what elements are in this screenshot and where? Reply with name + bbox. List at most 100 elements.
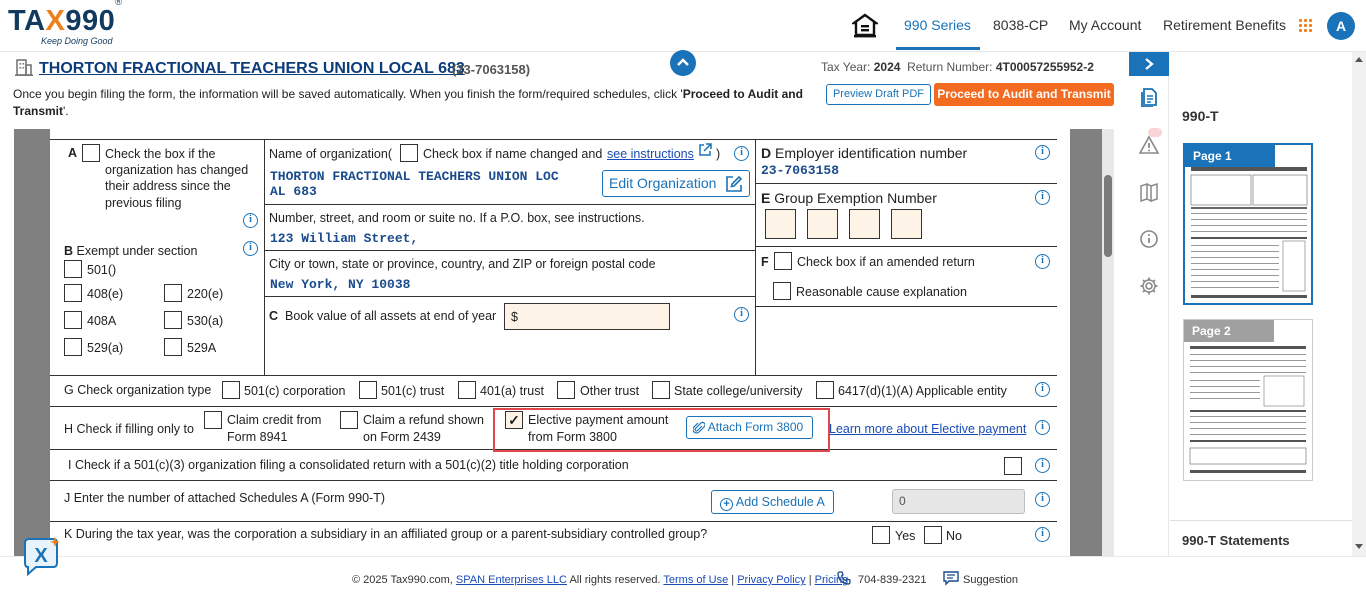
tax990-logo[interactable]: TAX990® Keep Doing Good xyxy=(8,0,138,47)
name-changed-checkbox[interactable] xyxy=(400,144,418,162)
footer-copyright: © 2025 Tax990.com, xyxy=(352,574,453,586)
preview-draft-pdf-button[interactable]: Preview Draft PDF xyxy=(826,84,931,105)
expand-panel-button[interactable] xyxy=(1129,52,1169,76)
name-changed-text: Check box if name changed and xyxy=(423,147,603,161)
info-icon[interactable]: i xyxy=(1035,382,1050,397)
info-circle-icon[interactable] xyxy=(1139,229,1159,249)
organization-title-link[interactable]: THORTON FRACTIONAL TEACHERS UNION LOCAL … xyxy=(39,60,465,78)
currency-symbol: $ xyxy=(511,310,518,324)
info-icon[interactable]: i xyxy=(243,241,258,256)
section-408a-label: 408A xyxy=(87,314,117,328)
501c-trust-label: 501(c) trust xyxy=(381,384,445,398)
page-1-label: Page 1 xyxy=(1185,145,1275,167)
amended-return-checkbox[interactable] xyxy=(774,252,792,270)
section-408e-label: 408(e) xyxy=(87,287,124,301)
proceed-to-audit-button[interactable]: Proceed to Audit and Transmit xyxy=(934,83,1114,106)
address-changed-checkbox[interactable] xyxy=(82,144,100,162)
state-college-checkbox[interactable] xyxy=(652,381,670,399)
scroll-up-arrow-icon[interactable] xyxy=(1355,56,1363,62)
user-avatar[interactable]: A xyxy=(1327,12,1355,40)
tax-year-return-number: Tax Year: 2024 Return Number: 4T00057255… xyxy=(821,60,1094,74)
edit-organization-button[interactable]: Edit Organization xyxy=(602,170,750,197)
applicable-entity-label: 6417(d)(1)(A) Applicable entity xyxy=(838,384,1007,398)
organization-ein: (23-7063158) xyxy=(452,62,531,77)
chat-assistant-icon[interactable]: X xyxy=(20,537,62,577)
ein-value: 23-7063158 xyxy=(761,163,840,178)
see-instructions-link[interactable]: see instructions xyxy=(607,146,694,162)
home-icon[interactable] xyxy=(852,13,878,39)
page-2-label: Page 2 xyxy=(1184,320,1274,342)
thumbnails-scrollbar[interactable] xyxy=(1352,52,1366,556)
info-icon[interactable]: i xyxy=(1035,420,1050,435)
document-icon[interactable] xyxy=(1139,87,1159,107)
nav-8038-cp[interactable]: 8038-CP xyxy=(993,17,1048,33)
warning-icon[interactable] xyxy=(1139,135,1159,155)
info-icon[interactable]: i xyxy=(1035,458,1050,473)
consolidated-return-checkbox[interactable] xyxy=(1004,457,1022,475)
terms-of-use-link[interactable]: Terms of Use xyxy=(663,574,728,586)
claim-credit-8941-checkbox[interactable] xyxy=(204,411,222,429)
subsidiary-no-checkbox[interactable] xyxy=(924,526,942,544)
info-icon[interactable]: i xyxy=(1035,527,1050,542)
section-501-checkbox[interactable] xyxy=(64,260,82,278)
field-a-text-2: organization has changed xyxy=(105,163,249,177)
applicable-entity-checkbox[interactable] xyxy=(816,381,834,399)
501c-corporation-checkbox[interactable] xyxy=(222,381,240,399)
info-icon[interactable]: i xyxy=(1035,254,1050,269)
group-exemption-digit-3[interactable] xyxy=(849,209,880,239)
section-408a-checkbox[interactable] xyxy=(64,311,82,329)
scroll-down-arrow-icon[interactable] xyxy=(1355,544,1363,550)
footer-separator: | xyxy=(731,574,735,586)
page-2-thumbnail[interactable]: Page 2 xyxy=(1183,319,1313,481)
990t-statements-link[interactable]: 990-T Statements xyxy=(1182,533,1290,548)
collapse-header-button[interactable] xyxy=(670,50,696,76)
field-c-text: C Book value of all assets at end of yea… xyxy=(269,309,497,323)
street-value: 123 William Street, xyxy=(270,231,419,246)
section-530a-label: 530(a) xyxy=(187,314,224,328)
section-529a-checkbox[interactable] xyxy=(64,338,82,356)
info-icon[interactable]: i xyxy=(243,213,258,228)
form-scrollbar[interactable] xyxy=(1102,129,1114,556)
form-scrollbar-thumb[interactable] xyxy=(1104,175,1112,257)
book-value-input[interactable]: $ xyxy=(504,303,670,330)
other-trust-checkbox[interactable] xyxy=(557,381,575,399)
section-408e-checkbox[interactable] xyxy=(64,284,82,302)
state-college-label: State college/university xyxy=(674,384,803,398)
reasonable-cause-checkbox[interactable] xyxy=(773,282,791,300)
claim-refund-2439-checkbox[interactable] xyxy=(340,411,358,429)
subsidiary-yes-checkbox[interactable] xyxy=(872,526,890,544)
thumbnails-divider xyxy=(1170,520,1352,521)
section-530a-checkbox[interactable] xyxy=(164,311,182,329)
suggestion-link[interactable]: Suggestion xyxy=(963,574,1018,586)
info-icon[interactable]: i xyxy=(1035,190,1050,205)
apps-grid-icon[interactable] xyxy=(1299,19,1313,33)
group-exemption-digit-4[interactable] xyxy=(891,209,922,239)
learn-more-elective-payment-link[interactable]: Learn more about Elective payment xyxy=(829,421,1026,437)
section-529A-label: 529A xyxy=(187,341,217,355)
support-phone[interactable]: 704-839-2321 xyxy=(858,574,927,586)
501c-trust-checkbox[interactable] xyxy=(359,381,377,399)
nav-retirement-benefits[interactable]: Retirement Benefits xyxy=(1163,17,1286,33)
external-link-icon[interactable] xyxy=(698,143,712,157)
settings-gear-icon[interactable] xyxy=(1139,276,1159,296)
info-icon[interactable]: i xyxy=(734,307,749,322)
nav-my-account[interactable]: My Account xyxy=(1069,17,1141,33)
401a-trust-checkbox[interactable] xyxy=(458,381,476,399)
section-220e-checkbox[interactable] xyxy=(164,284,182,302)
privacy-policy-link[interactable]: Privacy Policy xyxy=(737,574,805,586)
logo-tagline: Keep Doing Good xyxy=(41,36,113,46)
add-schedule-a-button[interactable]: + Add Schedule A xyxy=(711,490,834,514)
span-enterprises-link[interactable]: SPAN Enterprises LLC xyxy=(456,574,567,586)
info-icon[interactable]: i xyxy=(1035,145,1050,160)
group-exemption-digit-1[interactable] xyxy=(765,209,796,239)
field-d-text: D Employer identification number xyxy=(761,145,968,161)
info-icon[interactable]: i xyxy=(1035,492,1050,507)
page-thumbnails-panel: 990-T Page 1 Page 2 990-T Statements xyxy=(1170,52,1352,556)
section-529A-checkbox[interactable] xyxy=(164,338,182,356)
info-icon[interactable]: i xyxy=(734,146,749,161)
schedules-count-input[interactable]: 0 xyxy=(892,489,1025,514)
group-exemption-digit-2[interactable] xyxy=(807,209,838,239)
book-icon[interactable] xyxy=(1139,182,1159,202)
nav-990-series[interactable]: 990 Series xyxy=(904,17,971,33)
page-1-thumbnail[interactable]: Page 1 xyxy=(1183,143,1313,305)
